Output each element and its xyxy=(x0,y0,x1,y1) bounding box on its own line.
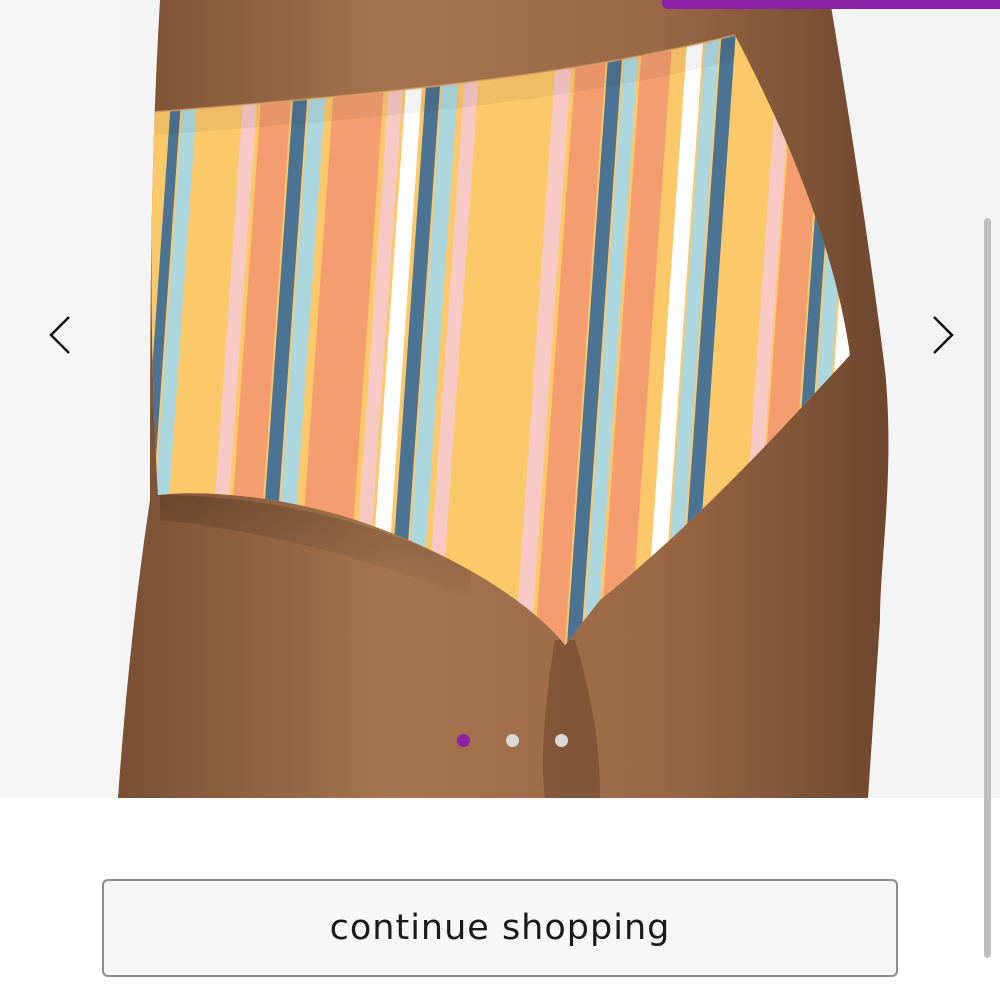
carousel-pagination xyxy=(457,734,568,747)
page-scrollbar[interactable] xyxy=(984,218,991,958)
continue-shopping-button[interactable]: continue shopping xyxy=(102,879,898,977)
product-image-carousel[interactable] xyxy=(0,0,1000,798)
product-image xyxy=(0,0,1000,798)
promo-banner-strip xyxy=(662,0,1000,9)
next-image-button[interactable] xyxy=(913,305,973,365)
carousel-dot-3[interactable] xyxy=(555,734,568,747)
previous-image-button[interactable] xyxy=(30,305,90,365)
product-page: continue shopping xyxy=(0,0,1000,1000)
chevron-left-icon xyxy=(49,316,70,354)
chevron-right-icon xyxy=(933,316,954,354)
carousel-dot-1[interactable] xyxy=(457,734,470,747)
carousel-dot-2[interactable] xyxy=(506,734,519,747)
